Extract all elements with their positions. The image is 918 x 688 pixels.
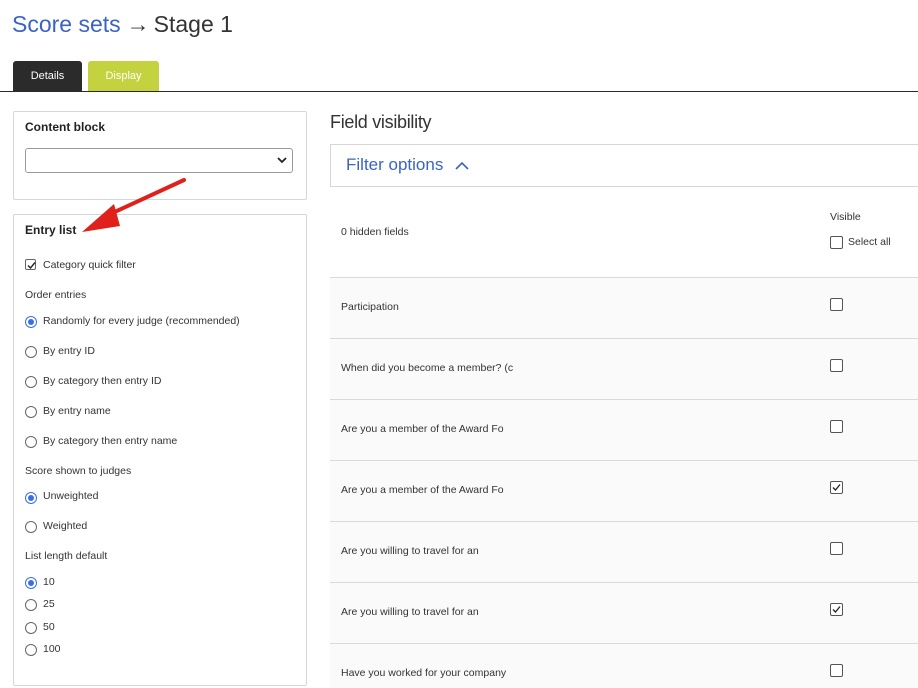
field-visible-checkbox[interactable] xyxy=(830,298,843,311)
chevron-up-icon xyxy=(455,161,469,170)
filter-options-toggle[interactable]: Filter options xyxy=(346,155,470,175)
breadcrumb-separator: → xyxy=(126,11,150,37)
entry-list-title: Entry list xyxy=(25,223,77,237)
field-label: Have you worked for your company xyxy=(341,667,507,679)
field-visible-checkbox[interactable] xyxy=(830,603,843,616)
select-all-checkbox[interactable] xyxy=(830,236,843,249)
order-category-entry-name-label: By category then entry name xyxy=(43,435,178,447)
breadcrumb-link-score-sets[interactable]: Score sets xyxy=(12,11,121,37)
entry-list-card xyxy=(13,214,307,686)
order-category-entry-id-label: By category then entry ID xyxy=(43,375,162,387)
field-label: Are you willing to travel for an xyxy=(341,545,479,557)
score-unweighted-label: Unweighted xyxy=(43,490,99,502)
list-length-25-label: 25 xyxy=(43,598,55,610)
field-visible-checkbox[interactable] xyxy=(830,359,843,372)
annotation-arrow-icon xyxy=(82,178,186,232)
score-weighted-label: Weighted xyxy=(43,520,88,532)
list-length-50-label: 50 xyxy=(43,621,55,633)
field-visible-checkbox[interactable] xyxy=(830,664,843,677)
order-category-entry-name-radio[interactable] xyxy=(25,436,37,448)
category-quick-filter-label: Category quick filter xyxy=(43,259,136,271)
field-label: Are you willing to travel for an xyxy=(341,606,479,618)
select-all-label: Select all xyxy=(848,236,891,248)
field-visible-checkbox[interactable] xyxy=(830,542,843,555)
field-visible-checkbox[interactable] xyxy=(830,420,843,433)
order-entry-id-label: By entry ID xyxy=(43,345,95,357)
list-length-10-radio[interactable] xyxy=(25,577,37,589)
score-unweighted-radio[interactable] xyxy=(25,492,37,504)
field-visible-checkbox[interactable] xyxy=(830,481,843,494)
content-block-title: Content block xyxy=(25,120,105,134)
chevron-down-icon xyxy=(276,153,288,167)
score-weighted-radio[interactable] xyxy=(25,521,37,533)
page-title: Stage 1 xyxy=(153,11,233,37)
field-label: Are you a member of the Award Fo xyxy=(341,423,504,435)
field-label: When did you become a member? (c xyxy=(341,362,514,374)
category-quick-filter-checkbox[interactable] xyxy=(25,259,36,270)
list-length-50-radio[interactable] xyxy=(25,622,37,634)
order-entry-name-radio[interactable] xyxy=(25,406,37,418)
list-length-10-label: 10 xyxy=(43,576,55,588)
list-length-100-label: 100 xyxy=(43,643,61,655)
filter-options-label: Filter options xyxy=(346,155,444,174)
field-visibility-title: Field visibility xyxy=(330,112,432,132)
order-random-label: Randomly for every judge (recommended) xyxy=(43,315,240,327)
order-entry-id-radio[interactable] xyxy=(25,346,37,358)
order-category-entry-id-radio[interactable] xyxy=(25,376,37,388)
order-entry-name-label: By entry name xyxy=(43,405,111,417)
visible-column-header: Visible xyxy=(830,211,861,223)
tab-details[interactable]: Details xyxy=(13,61,82,91)
hidden-fields-count: 0 hidden fields xyxy=(341,226,409,238)
score-shown-label: Score shown to judges xyxy=(25,465,132,477)
list-length-label: List length default xyxy=(25,550,108,562)
list-length-100-radio[interactable] xyxy=(25,644,37,656)
tab-display[interactable]: Display xyxy=(88,61,159,91)
field-label: Participation xyxy=(341,301,399,313)
order-entries-label: Order entries xyxy=(25,289,87,301)
order-random-radio[interactable] xyxy=(25,316,37,328)
checkmark-icon xyxy=(832,484,841,491)
tab-divider xyxy=(0,91,918,92)
list-length-25-radio[interactable] xyxy=(25,599,37,611)
checkmark-icon xyxy=(832,606,841,613)
breadcrumb: Score sets → Stage 1 xyxy=(12,9,233,39)
field-label: Are you a member of the Award Fo xyxy=(341,484,504,496)
